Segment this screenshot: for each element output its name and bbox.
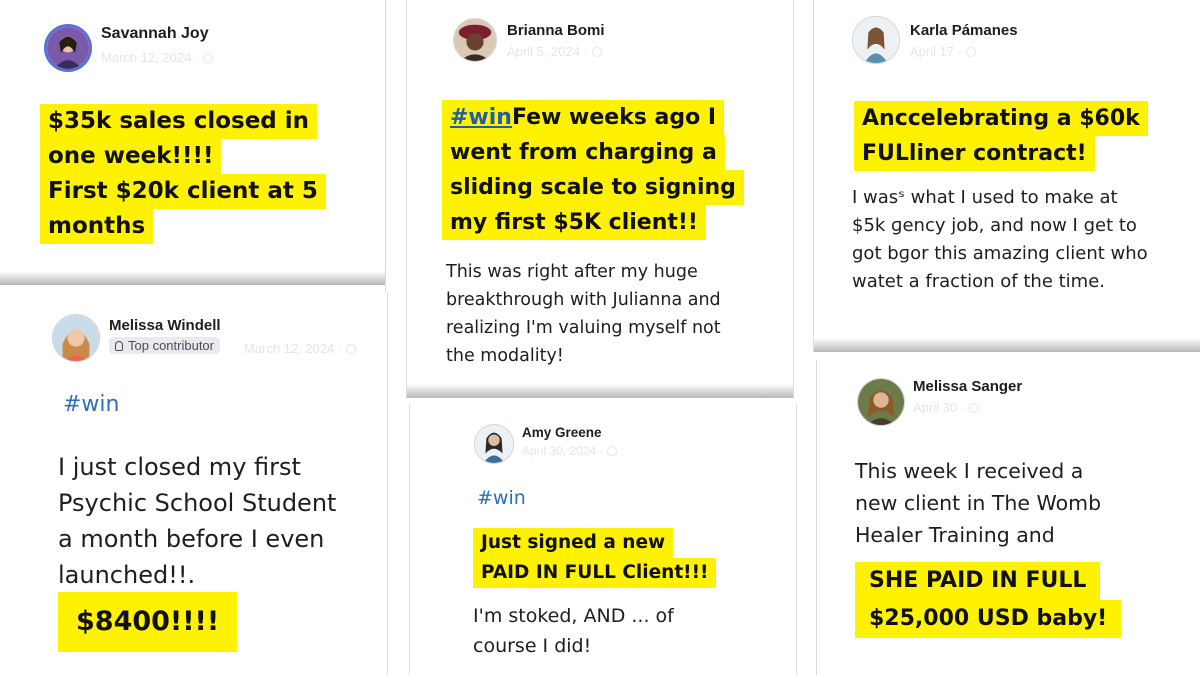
hashtag-link[interactable]: #win (450, 105, 512, 130)
highlight-text: Anccelebrating a $60k FULliner contract! (854, 101, 1148, 171)
highlight-text: SHE PAID IN FULL $25,000 USD baby! (855, 562, 1122, 638)
body-line: a month before I even (58, 525, 325, 553)
avatar-image (475, 425, 513, 463)
author-name[interactable]: Amy Greene (522, 425, 602, 440)
highlight-line: went from charging a (442, 135, 725, 170)
post-date-text[interactable]: March 12, 2024 · (244, 341, 342, 356)
highlight-line: sliding scale to signing (442, 170, 744, 205)
avatar-image (47, 27, 89, 69)
body-line: Psychic School Student (58, 489, 337, 517)
post-card-amy-greene: Amy Greene April 30, 2024 · #win Just si… (409, 404, 797, 675)
globe-icon (607, 446, 618, 456)
avatar[interactable] (857, 378, 905, 426)
author-name[interactable]: Melissa Windell (109, 317, 221, 334)
body-line: new client in The Womb (855, 491, 1102, 515)
badge-label: Top contributor (128, 338, 214, 353)
highlight-line: #win Few weeks ago I (442, 100, 725, 135)
post-date[interactable]: April 30 · (913, 400, 980, 415)
post-body: I'm stoked, AND ... of course I did! (473, 601, 674, 661)
avatar-image (858, 379, 904, 425)
post-body: This was right after my huge breakthroug… (446, 258, 721, 370)
body-line: This was right after my huge (446, 262, 698, 282)
post-card-savannah-joy: Savannah Joy March 12, 2024 · $35k sales… (0, 0, 385, 285)
body-line: the modality! (446, 346, 564, 366)
post-card-karla-pamanes: Karla Pámanes April 17 · Anccelebrating … (813, 0, 1200, 352)
highlight-line: Anccelebrating a $60k (854, 101, 1148, 136)
body-line: I'm stoked, AND ... of (473, 605, 674, 627)
highlight-text: $8400!!!! (58, 592, 238, 652)
top-contributor-badge[interactable]: Top contributor (109, 337, 220, 354)
body-line: I just closed my first (58, 453, 301, 481)
avatar[interactable] (52, 314, 100, 362)
post-body: I wasˢ what I used to make at $5k ɡency … (852, 184, 1148, 296)
body-line: watet a fraction of the time. (852, 271, 1106, 292)
avatar-image (454, 19, 496, 61)
post-date[interactable]: April 17 · (910, 44, 977, 59)
globe-icon (966, 47, 977, 57)
post-body: I just closed my first Psychic School St… (58, 449, 336, 593)
body-line: breakthrough with Julianna and (446, 290, 721, 310)
post-date[interactable]: March 12, 2024 · (101, 50, 214, 65)
body-line: This week I received a (855, 459, 1084, 483)
avatar[interactable] (474, 424, 514, 464)
post-date-text[interactable]: April 5, 2024 · (507, 44, 588, 59)
globe-icon (346, 344, 357, 354)
post-card-melissa-sanger: Melissa Sanger April 30 · This week I re… (816, 360, 1200, 675)
badge-icon (115, 341, 123, 351)
highlight-line: $25,000 USD baby! (855, 600, 1122, 638)
highlight-line: Just signed a new (473, 528, 674, 558)
highlight-line: one week!!!! (40, 139, 222, 174)
author-name[interactable]: Brianna Bomi (507, 22, 605, 39)
highlight-line: PAID IN FULL Client!!! (473, 558, 717, 588)
globe-icon (203, 53, 214, 63)
hashtag-link[interactable]: #win (477, 487, 526, 509)
post-date-text[interactable]: March 12, 2024 · (101, 50, 199, 65)
highlight-text: #win Few weeks ago I went from charging … (442, 100, 744, 240)
body-line: course I did! (473, 635, 592, 657)
author-name[interactable]: Savannah Joy (101, 25, 209, 43)
highlight-line: $8400!!!! (58, 592, 238, 652)
highlight-line: First $20k client at 5 (40, 174, 326, 209)
post-date-text[interactable]: April 30 · (913, 400, 965, 415)
avatar[interactable] (44, 24, 92, 72)
avatar-image (853, 17, 899, 63)
body-line: I wasˢ what I used to make at (852, 187, 1118, 208)
author-name[interactable]: Karla Pámanes (910, 22, 1018, 39)
author-name[interactable]: Melissa Sanger (913, 378, 1022, 395)
avatar-image (53, 315, 99, 361)
avatar[interactable] (852, 16, 900, 64)
globe-icon (591, 47, 602, 57)
body-line: launched!!. (58, 561, 196, 589)
body-line: Healer Training and (855, 523, 1055, 547)
post-date-text[interactable]: April 17 · (910, 44, 962, 59)
highlight-line: $35k sales closed in (40, 104, 318, 139)
highlight-text: $35k sales closed in one week!!!! First … (40, 104, 326, 244)
highlight-text: Just signed a new PAID IN FULL Client!!! (473, 528, 717, 588)
post-card-brianna-bomi: Brianna Bomi April 5, 2024 · #win Few we… (406, 0, 794, 398)
post-date[interactable]: April 5, 2024 · (507, 44, 602, 59)
globe-icon (969, 403, 980, 413)
post-body: This week I received a new client in The… (855, 455, 1101, 551)
highlight-line-rest: Few weeks ago I (511, 100, 717, 135)
body-line: $5k ɡency job, and now I get to (852, 215, 1137, 236)
highlight-line: FULliner contract! (854, 136, 1095, 171)
body-line: got bɡor this amazing client who (852, 243, 1148, 264)
post-card-melissa-windell: Melissa Windell Top contributor March 12… (0, 292, 388, 675)
avatar[interactable] (453, 18, 497, 62)
hashtag-link[interactable]: #win (63, 392, 119, 417)
body-line: realizing I'm valuing myself not (446, 318, 721, 338)
post-date-text[interactable]: April 30, 2024 · (522, 444, 603, 458)
highlight-line: SHE PAID IN FULL (855, 562, 1101, 600)
post-date[interactable]: April 30, 2024 · (522, 444, 618, 458)
highlight-line: months (40, 209, 154, 244)
highlight-line: my first $5K client!! (442, 205, 706, 240)
post-date[interactable]: March 12, 2024 · (244, 341, 357, 356)
